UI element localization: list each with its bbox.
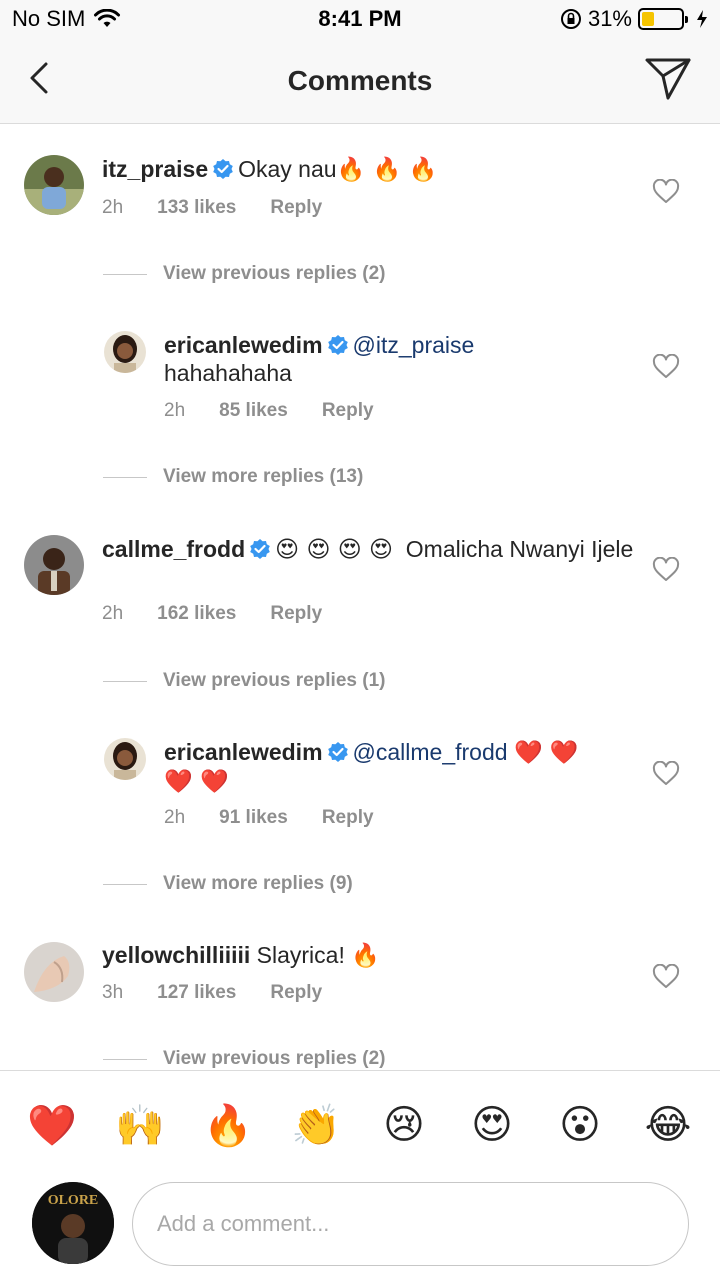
avatar[interactable]: OLORE <box>32 1182 114 1264</box>
username[interactable]: callme_frodd <box>102 536 245 562</box>
emoji-button-fire[interactable]: 🔥 <box>202 1099 254 1151</box>
comment-time: 2h <box>164 807 186 828</box>
view-replies-label: View more replies (13) <box>163 466 364 487</box>
verified-badge-icon <box>327 742 348 762</box>
comment-message: Omalicha Nwanyi Ijele <box>405 536 634 562</box>
emoji-button-surprised[interactable]: 😮 <box>554 1099 606 1151</box>
divider-line <box>103 883 147 885</box>
reply-button[interactable]: Reply <box>270 603 322 625</box>
view-replies-button[interactable]: View more replies (9) <box>103 873 353 895</box>
comment-meta: 2h 85 likes Reply <box>164 400 374 422</box>
heart-icon[interactable] <box>652 179 680 205</box>
comments-list[interactable]: itz_praise Okay nau🔥 🔥 🔥 2h 133 likes Rep… <box>0 125 720 1070</box>
username[interactable]: itz_praise <box>102 156 208 182</box>
view-replies-label: View previous replies (2) <box>163 263 386 284</box>
comment-message: Okay nau <box>238 156 337 182</box>
view-replies-label: View more replies (9) <box>163 873 353 894</box>
reply-button[interactable]: Reply <box>270 197 322 219</box>
comment-composer: OLORE <box>0 1180 720 1280</box>
avatar[interactable] <box>24 942 84 1002</box>
avatar[interactable] <box>24 535 84 595</box>
reply-button[interactable]: Reply <box>322 807 374 829</box>
status-bar: No SIM 8:41 PM 31% <box>0 0 720 40</box>
page-title: Comments <box>287 65 433 96</box>
view-replies-button[interactable]: View more replies (13) <box>103 466 363 488</box>
avatar[interactable] <box>104 738 146 780</box>
comment-meta: 2h 91 likes Reply <box>164 807 374 829</box>
comment-emoji: 🔥 🔥 🔥 <box>336 157 438 183</box>
emoji-button-clap[interactable]: 👏 <box>290 1099 342 1151</box>
heart-icon[interactable] <box>652 354 680 380</box>
comment-time: 2h <box>102 603 124 624</box>
mention-link[interactable]: @itz_praise <box>353 332 475 358</box>
divider-line <box>103 476 147 478</box>
avatar[interactable] <box>24 155 84 215</box>
comment-emoji: ❤️ ❤️ <box>164 769 229 795</box>
emoji-button-raised-hands[interactable]: 🙌 <box>114 1099 166 1151</box>
heart-icon[interactable] <box>652 964 680 990</box>
emoji-button-cry[interactable]: 😢 <box>378 1099 430 1151</box>
likes-count[interactable]: 133 likes <box>157 197 236 219</box>
emoji-button-heart-eyes[interactable]: 😍 <box>466 1099 518 1151</box>
comment-meta: 2h 133 likes Reply <box>102 197 322 219</box>
emoji-button-heart[interactable]: ❤️ <box>26 1099 78 1151</box>
comment-text: yellowchilliiiii Slayrica! 🔥 <box>102 941 642 970</box>
verified-badge-icon <box>213 159 233 179</box>
comment-time: 2h <box>164 400 186 421</box>
emoji-button-laugh[interactable]: 😂 <box>642 1099 694 1151</box>
battery-fill <box>642 12 654 26</box>
mention-link[interactable]: @callme_frodd <box>353 739 508 765</box>
divider-line <box>103 273 147 275</box>
orientation-lock-icon <box>560 9 581 29</box>
view-replies-label: View previous replies (2) <box>163 1048 386 1069</box>
likes-count[interactable]: 162 likes <box>157 603 236 625</box>
verified-badge-icon <box>250 539 270 559</box>
username[interactable]: ericanlewedim <box>164 739 323 765</box>
comment-emoji: 🔥 <box>351 943 380 969</box>
battery-percent: 31% <box>587 6 632 31</box>
comment-text: callme_frodd 😍 😍 😍 😍 Omalicha Nwanyi Ijel… <box>102 535 642 564</box>
view-replies-button[interactable]: View previous replies (2) <box>103 1048 385 1070</box>
comment-text: ericanlewedim @callme_frodd ❤️ ❤️ ❤️ ❤️ <box>164 738 644 796</box>
comment-time: 2h <box>102 197 124 218</box>
paper-plane-icon[interactable] <box>644 56 692 102</box>
avatar[interactable] <box>104 331 146 373</box>
heart-icon[interactable] <box>652 557 680 583</box>
heart-icon[interactable] <box>652 761 680 787</box>
divider-line <box>103 1058 147 1060</box>
comment-emoji: ❤️ ❤️ <box>513 740 579 766</box>
username[interactable]: ericanlewedim <box>164 332 323 358</box>
likes-count[interactable]: 91 likes <box>219 807 288 829</box>
comment-text: itz_praise Okay nau🔥 🔥 🔥 <box>102 155 642 184</box>
comment-meta: 2h 162 likes Reply <box>102 603 322 625</box>
comment-meta: 3h 127 likes Reply <box>102 982 322 1004</box>
emoji-quick-bar: ❤️ 🙌 🔥 👏 😢 😍 😮 😂 <box>0 1070 720 1180</box>
likes-count[interactable]: 127 likes <box>157 982 236 1004</box>
status-right: 31% <box>560 6 708 32</box>
avatar-logo-text: OLORE <box>48 1193 99 1208</box>
reply-button[interactable]: Reply <box>322 400 374 422</box>
comment-emoji: 😍 😍 😍 😍 <box>275 537 393 563</box>
comment-message: Slayrica! <box>256 942 345 968</box>
reply-button[interactable]: Reply <box>270 982 322 1004</box>
navigation-bar: Comments <box>0 40 720 124</box>
comment-message: hahahahaha <box>164 360 292 386</box>
likes-count[interactable]: 85 likes <box>219 400 288 422</box>
divider-line <box>103 680 147 682</box>
verified-badge-icon <box>327 335 348 355</box>
charging-bolt-icon <box>697 10 707 28</box>
view-replies-button[interactable]: View previous replies (2) <box>103 263 385 285</box>
comment-input[interactable] <box>132 1182 689 1266</box>
username[interactable]: yellowchilliiiii <box>102 942 250 968</box>
view-replies-button[interactable]: View previous replies (1) <box>103 670 385 692</box>
battery-icon <box>638 8 688 30</box>
view-replies-label: View previous replies (1) <box>163 670 386 691</box>
comment-time: 3h <box>102 982 124 1003</box>
comment-text: ericanlewedim @itz_praise hahahahaha <box>164 331 644 387</box>
